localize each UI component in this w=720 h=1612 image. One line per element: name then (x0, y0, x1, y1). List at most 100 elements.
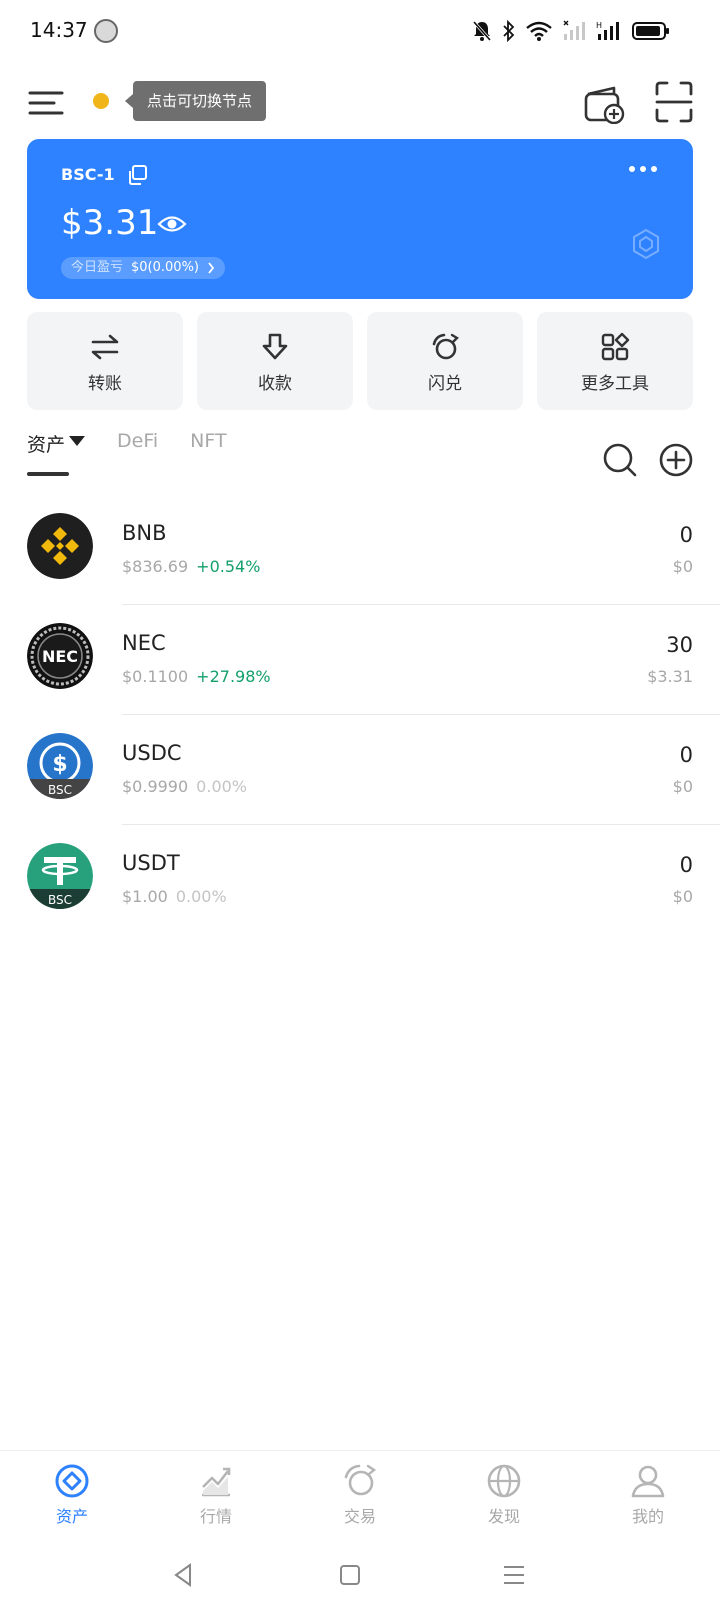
profile-icon (631, 1465, 665, 1498)
asset-amount: 0 (679, 523, 693, 547)
total-balance: $3.31 (61, 203, 159, 243)
assets-icon (55, 1464, 89, 1498)
chevron-right-icon (208, 262, 215, 274)
transfer-icon (91, 334, 119, 360)
asset-row-bnb[interactable]: BNB $836.69 +0.54% 0 $0 (0, 495, 720, 605)
eye-icon[interactable] (157, 213, 187, 235)
asset-amount: 30 (666, 633, 693, 657)
grid-icon (601, 332, 630, 361)
asset-symbol: USDC (122, 741, 182, 765)
bnb-watermark-icon (633, 228, 659, 260)
nav-trade-label: 交易 (343, 1507, 376, 1526)
svg-text:BSC: BSC (48, 893, 72, 907)
svg-text:BSC: BSC (48, 783, 72, 797)
trade-icon (344, 1464, 377, 1496)
svg-text:H: H (596, 21, 602, 30)
bluetooth-icon (503, 20, 515, 42)
transfer-button[interactable]: 转账 (27, 312, 183, 410)
asset-change: +27.98% (196, 667, 271, 686)
signal-empty-icon (563, 20, 585, 40)
asset-value: $0 (672, 777, 693, 796)
receive-icon (262, 333, 288, 360)
swap-button[interactable]: 闪兑 (367, 312, 523, 410)
more-tools-label: 更多工具 (581, 374, 649, 394)
header: 点击可切换节点 (0, 70, 720, 134)
tab-nft[interactable]: NFT (190, 430, 226, 476)
asset-list: BNB $836.69 +0.54% 0 $0 NEC NEC $0.1100 +2… (0, 495, 720, 935)
asset-price-value: $0.1100 (122, 667, 189, 686)
recents-menu-icon[interactable] (500, 1561, 528, 1589)
nav-profile-label: 我的 (631, 1507, 664, 1526)
caret-down-icon (69, 436, 86, 446)
asset-value: $0 (672, 557, 693, 576)
market-icon (202, 1467, 231, 1497)
asset-change: 0.00% (175, 887, 227, 906)
scan-icon[interactable] (654, 80, 694, 124)
tab-assets-label: 资产 (27, 434, 66, 456)
svg-text:NEC: NEC (42, 647, 78, 666)
battery-icon (632, 22, 669, 40)
asset-symbol: USDT (122, 851, 180, 875)
nav-market-label: 行情 (199, 1507, 232, 1526)
tab-defi[interactable]: DeFi (117, 430, 158, 476)
asset-price-value: $0.9990 (122, 777, 189, 796)
daily-pnl-label: 今日盈亏 (71, 260, 124, 275)
mute-bell-icon (472, 21, 492, 41)
wifi-icon (526, 21, 552, 41)
svg-text:$: $ (52, 752, 67, 777)
nec-logo-icon: NEC (27, 623, 93, 689)
asset-value: $3.31 (647, 667, 693, 686)
asset-symbol: BNB (122, 521, 167, 545)
nav-market[interactable]: 行情 (144, 1451, 288, 1540)
asset-price: $0.9990 0.00% (122, 777, 247, 796)
asset-amount: 0 (679, 743, 693, 767)
copy-icon[interactable] (126, 164, 148, 186)
bottom-nav: 资产 行情 交易 发现 我的 (0, 1450, 720, 1540)
asset-change: 0.00% (196, 777, 247, 796)
asset-row-usdt[interactable]: BSC USDT $1.00 0.00% 0 $0 (0, 825, 720, 935)
receive-button[interactable]: 收款 (197, 312, 353, 410)
wallet-balance-card[interactable]: BSC-1 $3.31 今日盈亏 $0(0.00%) (27, 139, 693, 299)
usdc-logo-icon: $ BSC (27, 733, 93, 799)
swap-label: 闪兑 (428, 374, 462, 394)
tab-nft-label: NFT (190, 430, 227, 452)
nav-assets[interactable]: 资产 (0, 1451, 144, 1540)
nav-assets-label: 资产 (55, 1507, 88, 1526)
system-nav (0, 1545, 720, 1605)
status-time: 14:37 (30, 18, 88, 42)
status-app-avatar-icon (94, 19, 118, 43)
node-status-dot[interactable] (93, 93, 109, 109)
asset-row-nec[interactable]: NEC NEC $0.1100 +27.98% 30 $3.31 (0, 605, 720, 715)
more-options-icon[interactable] (629, 159, 661, 179)
add-wallet-icon[interactable] (582, 80, 626, 124)
asset-value: $0 (672, 887, 693, 906)
signal-icon: H (596, 21, 619, 40)
back-triangle-icon[interactable] (170, 1561, 198, 1589)
asset-price-value: $836.69 (122, 557, 189, 576)
menu-icon[interactable] (28, 88, 64, 118)
nav-trade[interactable]: 交易 (288, 1451, 432, 1540)
tab-defi-label: DeFi (117, 430, 159, 452)
node-switch-tooltip: 点击可切换节点 (124, 81, 267, 121)
home-square-icon[interactable] (336, 1561, 364, 1589)
quick-actions: 转账 收款 闪兑 更多工具 (27, 312, 693, 410)
usdt-logo-icon: BSC (27, 843, 93, 909)
tab-assets[interactable]: 资产 (27, 430, 86, 476)
daily-pnl[interactable]: 今日盈亏 $0(0.00%) (61, 257, 225, 279)
status-bar: 14:37 H (0, 0, 720, 64)
receive-label: 收款 (258, 374, 292, 394)
nav-profile[interactable]: 我的 (576, 1451, 720, 1540)
nav-discover-label: 发现 (487, 1507, 520, 1526)
add-token-icon[interactable] (658, 442, 694, 478)
more-tools-button[interactable]: 更多工具 (537, 312, 693, 410)
asset-row-usdc[interactable]: $ BSC USDC $0.9990 0.00% 0 $0 (0, 715, 720, 825)
asset-change: +0.54% (196, 557, 261, 576)
search-icon[interactable] (602, 442, 638, 478)
asset-price: $836.69 +0.54% (122, 557, 260, 576)
asset-tabs: 资产 DeFi NFT (27, 430, 227, 482)
nav-discover[interactable]: 发现 (432, 1451, 576, 1540)
discover-icon (487, 1464, 521, 1498)
swap-icon (432, 333, 459, 360)
asset-amount: 0 (679, 853, 693, 877)
asset-symbol: NEC (122, 631, 166, 655)
